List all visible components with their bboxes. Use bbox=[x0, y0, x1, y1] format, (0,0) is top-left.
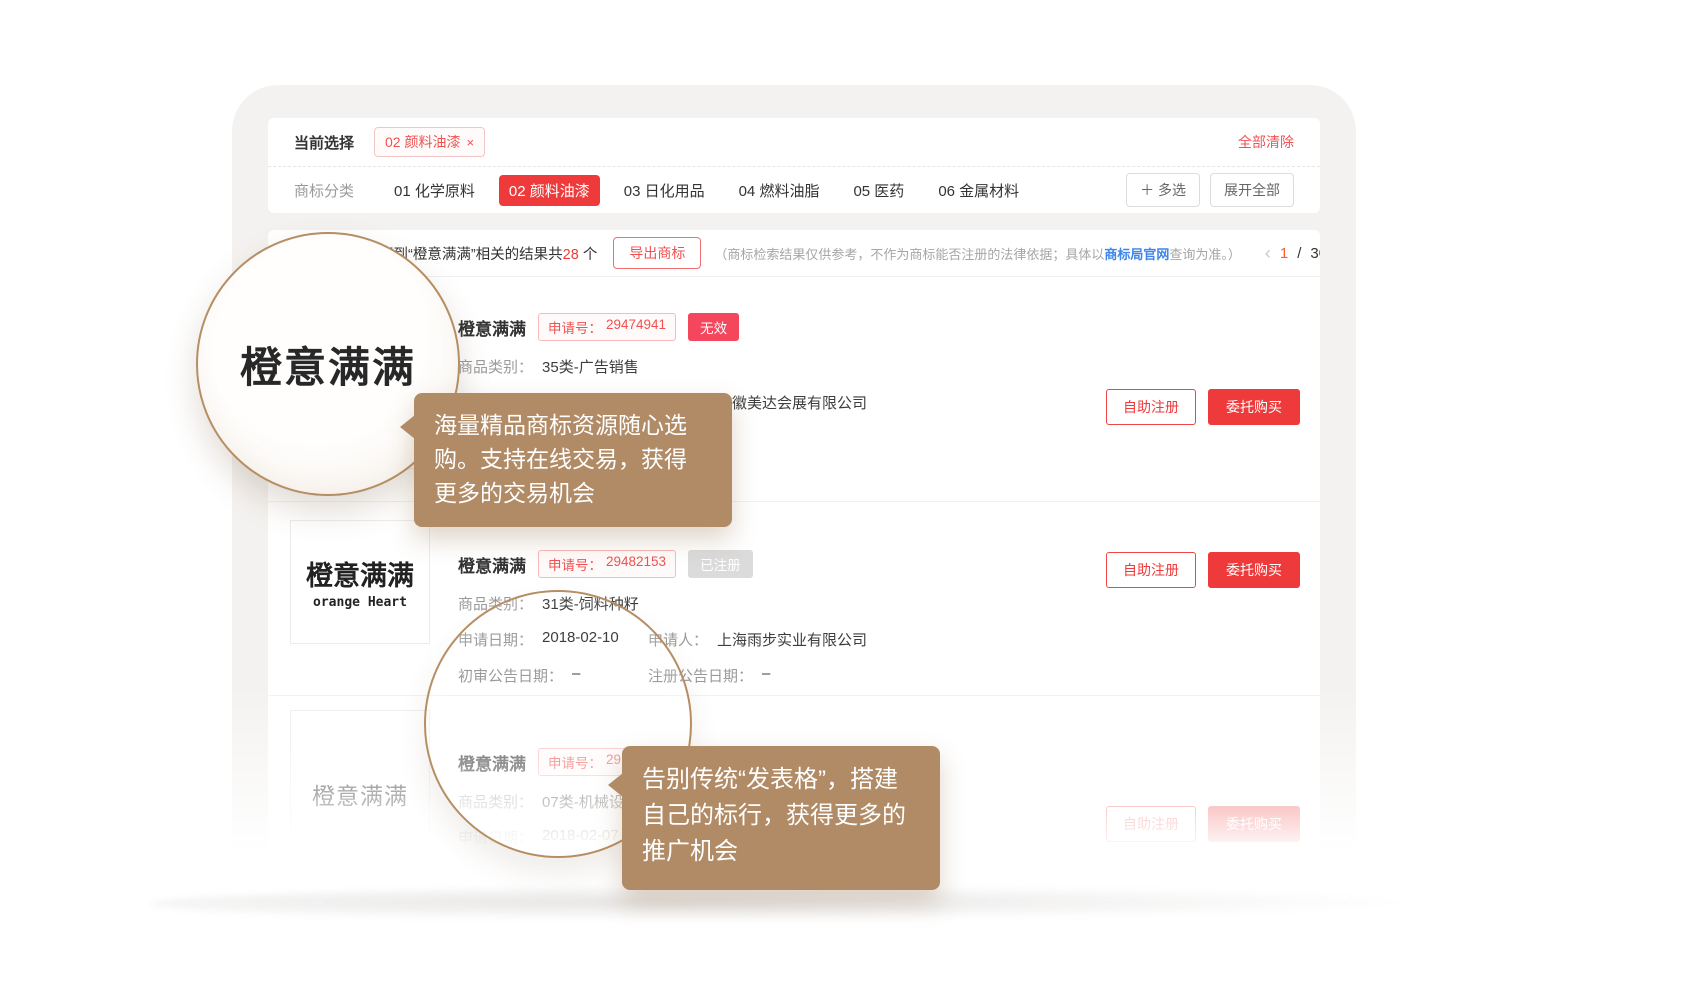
page-total: 30 bbox=[1310, 245, 1320, 262]
pagination: ‹ 1 / 30 › bbox=[1241, 243, 1320, 264]
disclaimer-post: 查询为准。） bbox=[1169, 247, 1241, 262]
application-number-label: 申请号： bbox=[548, 554, 602, 574]
category-item-01[interactable]: 01 化学原料 bbox=[384, 175, 485, 206]
thumbnail-text: 橙意满满 bbox=[306, 554, 414, 593]
self-register-button[interactable]: 自助注册 bbox=[1106, 389, 1196, 425]
category-item-05[interactable]: 05 医药 bbox=[843, 175, 914, 206]
trademark-name: 橙意满满 bbox=[458, 315, 526, 340]
selected-filter-chip[interactable]: 02 颜料油漆 × bbox=[374, 127, 485, 157]
category-item-03[interactable]: 03 日化用品 bbox=[614, 175, 715, 206]
application-number-tag: 申请号：29474941 bbox=[538, 313, 676, 341]
category-label: 商标分类 bbox=[294, 180, 354, 201]
page: 当前选择 02 颜料油漆 × 全部清除 商标分类 01 化学原料 02 颜料油漆… bbox=[0, 0, 1696, 1002]
row-actions: 自助注册 委托购买 bbox=[1106, 552, 1300, 588]
field-label: 商品类别： bbox=[458, 356, 533, 377]
current-selection-row: 当前选择 02 颜料油漆 × 全部清除 bbox=[268, 118, 1320, 167]
multi-select-button[interactable]: ＋ 多选 bbox=[1126, 173, 1200, 207]
tooltip-bubble: 海量精品商标资源随心选 购。支持在线交易，获得 更多的交易机会 bbox=[414, 393, 732, 527]
disclaimer-pre: （商标检索结果仅供参考，不作为商标能否注册的法律依据；具体以 bbox=[714, 247, 1104, 262]
status-badge: 无效 bbox=[688, 313, 739, 341]
entrust-purchase-button[interactable]: 委托购买 bbox=[1208, 806, 1300, 842]
self-register-button[interactable]: 自助注册 bbox=[1106, 806, 1196, 842]
tooltip-text: 告别传统“发表格”，搭建 自己的标行，获得更多的 推广机会 bbox=[642, 762, 920, 870]
table-row: 橙意满满 orange Heart 橙意满满 申请号：29482153 已注册 … bbox=[268, 501, 1320, 695]
application-number-value: 29482153 bbox=[606, 554, 666, 574]
trademark-thumbnail: 橙意满满 orange Heart bbox=[290, 520, 430, 644]
close-icon[interactable]: × bbox=[466, 135, 474, 150]
filter-panel: 当前选择 02 颜料油漆 × 全部清除 商标分类 01 化学原料 02 颜料油漆… bbox=[268, 118, 1320, 213]
status-badge: 已注册 bbox=[688, 550, 753, 578]
page-separator: / bbox=[1297, 245, 1301, 262]
tooltip-arrow-icon bbox=[608, 773, 623, 797]
tooltip-text: 海量精品商标资源随心选 购。支持在线交易，获得 更多的交易机会 bbox=[434, 408, 712, 510]
field-value: 安徽美达会展有限公司 bbox=[717, 392, 867, 413]
application-number-label: 申请号： bbox=[548, 317, 602, 337]
results-header: 当前分类下检索到“橙意满满”相关的结果共28 个 导出商标 （商标检索结果仅供参… bbox=[268, 230, 1320, 277]
magnifier-trademark-text: 橙意满满 bbox=[240, 334, 416, 395]
thumbnail-subtext: orange Heart bbox=[313, 595, 407, 610]
category-item-04[interactable]: 04 燃料油脂 bbox=[729, 175, 830, 206]
page-current: 1 bbox=[1280, 245, 1288, 262]
prev-page-icon[interactable]: ‹ bbox=[1265, 243, 1271, 264]
field-value: – bbox=[762, 665, 770, 686]
results-count: 28 bbox=[563, 247, 579, 263]
trademark-name: 橙意满满 bbox=[458, 552, 526, 577]
self-register-button[interactable]: 自助注册 bbox=[1106, 552, 1196, 588]
field-value: 35类-广告销售 bbox=[542, 356, 639, 377]
entrust-purchase-button[interactable]: 委托购买 bbox=[1208, 389, 1300, 425]
thumbnail-text: 橙意满满 bbox=[312, 777, 408, 811]
category-item-02[interactable]: 02 颜料油漆 bbox=[499, 175, 600, 206]
results-summary-suffix: 个 bbox=[579, 247, 598, 263]
selected-filter-chip-label: 02 颜料油漆 bbox=[385, 132, 460, 152]
row-actions: 自助注册 委托购买 bbox=[1106, 389, 1300, 425]
field-value: 上海雨步实业有限公司 bbox=[717, 629, 867, 650]
tooltip-bubble: 告别传统“发表格”，搭建 自己的标行，获得更多的 推广机会 bbox=[622, 746, 940, 890]
export-trademarks-button[interactable]: 导出商标 bbox=[613, 237, 701, 269]
clear-all-button[interactable]: 全部清除 bbox=[1238, 132, 1294, 152]
category-item-06[interactable]: 06 金属材料 bbox=[928, 175, 1029, 206]
trademark-thumbnail: 橙意满满 bbox=[290, 710, 430, 876]
tooltip-arrow-icon bbox=[400, 415, 415, 439]
row-actions: 自助注册 委托购买 bbox=[1106, 806, 1300, 842]
application-number-tag: 申请号：29482153 bbox=[538, 550, 676, 578]
application-number-value: 29474941 bbox=[606, 317, 666, 337]
category-items: 01 化学原料 02 颜料油漆 03 日化用品 04 燃料油脂 05 医药 06… bbox=[384, 175, 1029, 206]
laptop-shadow bbox=[150, 886, 1480, 922]
entrust-purchase-button[interactable]: 委托购买 bbox=[1208, 552, 1300, 588]
field-label: 初审公告日期： bbox=[458, 863, 563, 876]
expand-all-button[interactable]: 展开全部 bbox=[1210, 173, 1294, 207]
category-actions: ＋ 多选 展开全部 bbox=[1126, 173, 1294, 207]
category-row: 商标分类 01 化学原料 02 颜料油漆 03 日化用品 04 燃料油脂 05 … bbox=[268, 167, 1320, 213]
current-selection-label: 当前选择 bbox=[294, 132, 354, 153]
trademark-office-link[interactable]: 商标局官网 bbox=[1104, 247, 1169, 262]
disclaimer: （商标检索结果仅供参考，不作为商标能否注册的法律依据；具体以商标局官网查询为准。… bbox=[714, 244, 1241, 263]
